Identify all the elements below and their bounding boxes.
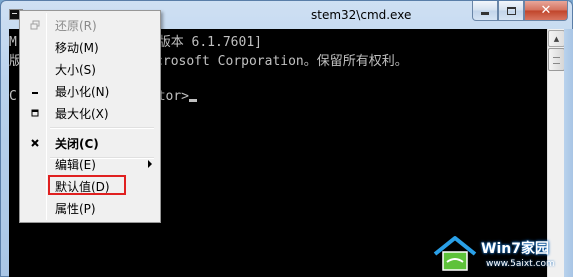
close-button[interactable]: ✕: [524, 1, 568, 21]
menu-item-restore[interactable]: 还原(R): [22, 14, 158, 36]
watermark-title: Win7家园: [481, 241, 549, 257]
menu-item-label: 关闭(C): [55, 137, 99, 151]
restore-icon: [30, 20, 40, 30]
menu-item-label: 最小化(N): [55, 85, 110, 99]
close-icon: ✕: [540, 3, 552, 18]
arrow-up-icon: ▲: [553, 34, 560, 43]
menu-item-close[interactable]: 关闭(C): [22, 132, 158, 154]
menu-item-label: 移动(M): [55, 41, 99, 55]
minimize-button[interactable]: [472, 1, 498, 21]
watermark-logo: Win7家园 www.5aixt.com: [431, 232, 571, 276]
menu-item-label: 大小(S): [55, 63, 96, 77]
minimize-icon: [32, 92, 38, 94]
scroll-thumb[interactable]: [548, 48, 565, 71]
menu-item-move[interactable]: 移动(M): [22, 36, 158, 58]
system-menu: 还原(R) 移动(M) 大小(S) 最小化(N) 最大化(X) 关闭(C) 编辑…: [19, 10, 161, 223]
caption-buttons: ✕: [472, 1, 568, 21]
menu-item-properties[interactable]: 属性(P): [22, 197, 158, 219]
menu-item-maximize[interactable]: 最大化(X): [22, 102, 158, 124]
house-logo-icon: [433, 236, 477, 271]
scroll-up-button[interactable]: ▲: [548, 30, 565, 47]
menu-item-minimize[interactable]: 最小化(N): [22, 80, 158, 102]
maximize-icon: [506, 6, 516, 15]
menu-item-size[interactable]: 大小(S): [22, 58, 158, 80]
watermark-url: www.5aixt.com: [486, 259, 555, 269]
highlight-annotation: [48, 175, 126, 195]
submenu-arrow-icon: [148, 160, 152, 168]
menu-separator: [50, 127, 154, 129]
close-icon: [31, 139, 39, 147]
menu-item-label: 编辑(E): [55, 158, 96, 172]
maximize-button[interactable]: [498, 1, 524, 21]
minimize-icon: [481, 12, 489, 15]
maximize-icon: [31, 109, 39, 117]
window-title: stem32\cmd.exe: [311, 8, 412, 22]
text-cursor: [189, 99, 198, 102]
menu-item-label: 还原(R): [55, 19, 97, 33]
menu-item-edit[interactable]: 编辑(E): [22, 153, 158, 175]
menu-item-label: 最大化(X): [55, 107, 109, 121]
menu-item-label: 属性(P): [55, 202, 96, 216]
